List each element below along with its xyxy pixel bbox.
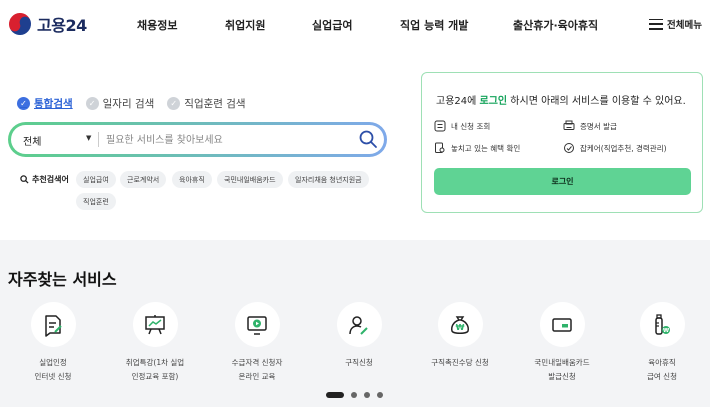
service-online-education[interactable]: 수급자격 신청자 온라인 교육 bbox=[202, 302, 312, 384]
service-label: 수급자격 신청자 온라인 교육 bbox=[231, 358, 283, 381]
certificate-link[interactable]: 증명서 발급 bbox=[563, 120, 617, 132]
tab-training-search[interactable]: ✓ 직업훈련 검색 bbox=[167, 96, 246, 111]
monitor-play-icon bbox=[247, 315, 267, 335]
search-tabs: ✓ 통합검색 ✓ 일자리 검색 ✓ 직업훈련 검색 bbox=[17, 96, 246, 111]
missed-benefits-link[interactable]: 놓치고 있는 혜택 확인 bbox=[434, 142, 520, 154]
hamburger-icon bbox=[649, 18, 663, 30]
keyword-chip[interactable]: 육아휴직 bbox=[172, 171, 212, 188]
nav-item-unemployment-benefit[interactable]: 실업급여 bbox=[312, 17, 352, 33]
nav-item-vocational-training[interactable]: 직업 능력 개발 bbox=[400, 17, 468, 33]
job-care-link[interactable]: 잡케어(직업추천, 경력관리) bbox=[563, 142, 667, 154]
service-job-application[interactable]: 구직신청 bbox=[304, 302, 414, 370]
tab-job-search[interactable]: ✓ 일자리 검색 bbox=[85, 96, 155, 111]
my-applications-link[interactable]: 내 신청 조회 bbox=[434, 120, 490, 132]
check-icon: ✓ bbox=[167, 97, 181, 110]
service-parental-leave-benefit[interactable]: ₩ 육아휴직 급여 신청 bbox=[607, 302, 710, 384]
nav-item-parental-leave[interactable]: 출산휴가·육아휴직 bbox=[513, 17, 598, 33]
search-box: 전체 ▼ bbox=[8, 122, 387, 157]
tab-label: 일자리 검색 bbox=[102, 98, 155, 110]
frequent-services-section: 자주찾는 서비스 실업인정 인터넷 신청 취업특강(1차 실업 인정교육 포함) bbox=[0, 240, 710, 407]
keyword-chip[interactable]: 일자리채움 청년지원금 bbox=[288, 171, 369, 188]
keyword-chip[interactable]: 직업훈련 bbox=[76, 193, 116, 210]
pagination-dot-active[interactable] bbox=[326, 392, 344, 398]
login-panel-title: 고용24에 로그인 하시면 아래의 서비스를 이용할 수 있어요. bbox=[436, 92, 686, 107]
nav-item-employment-support[interactable]: 취업지원 bbox=[225, 17, 265, 33]
tab-label: 통합검색 bbox=[34, 98, 73, 110]
document-edit-icon bbox=[45, 314, 62, 337]
site-logo[interactable]: 고용24 bbox=[5, 9, 87, 39]
credit-card-icon bbox=[552, 317, 572, 332]
check-icon: ✓ bbox=[85, 97, 99, 110]
search-icon[interactable] bbox=[358, 129, 378, 149]
presentation-board-icon bbox=[145, 314, 165, 334]
item-label: 놓치고 있는 혜택 확인 bbox=[451, 143, 521, 153]
all-menu-button[interactable]: 전체메뉴 bbox=[649, 17, 702, 31]
keyword-chip[interactable]: 실업급여 bbox=[76, 171, 116, 188]
login-panel: 고용24에 로그인 하시면 아래의 서비스를 이용할 수 있어요. 내 신청 조… bbox=[421, 72, 703, 213]
recommended-keywords-label: 추천검색어 bbox=[20, 174, 69, 185]
service-employment-lecture[interactable]: 취업특강(1차 실업 인정교육 포함) bbox=[100, 302, 210, 384]
service-job-promotion-allowance[interactable]: ₩ 구직촉진수당 신청 bbox=[405, 302, 515, 370]
baby-bottle-icon: ₩ bbox=[655, 313, 670, 335]
search-input[interactable] bbox=[106, 130, 346, 150]
printer-icon bbox=[563, 120, 575, 130]
caret-down-icon[interactable]: ▼ bbox=[86, 134, 91, 142]
pagination-dot[interactable] bbox=[377, 392, 383, 398]
carousel-pagination bbox=[326, 392, 383, 398]
list-icon bbox=[434, 120, 446, 132]
site-header: 고용24 채용정보 취업지원 실업급여 직업 능력 개발 출산휴가·육아휴직 전… bbox=[0, 0, 710, 48]
taegeuk-logo-icon bbox=[5, 9, 35, 39]
service-unemployment-recognition[interactable]: 실업인정 인터넷 신청 bbox=[0, 302, 108, 384]
service-label: 구직촉진수당 신청 bbox=[431, 358, 489, 367]
search-scope-select[interactable]: 전체 bbox=[23, 133, 41, 148]
title-prefix: 고용24에 bbox=[436, 96, 480, 107]
keyword-chip[interactable]: 근로계약서 bbox=[120, 171, 167, 188]
nav-item-jobs[interactable]: 채용정보 bbox=[137, 17, 177, 33]
login-button[interactable]: 로그인 bbox=[434, 168, 691, 195]
service-label: 구직신청 bbox=[345, 358, 373, 367]
service-label: 실업인정 인터넷 신청 bbox=[34, 358, 72, 381]
search-icon bbox=[20, 175, 29, 184]
title-suffix: 하시면 아래의 서비스를 이용할 수 있어요. bbox=[507, 96, 686, 107]
money-bag-icon: ₩ bbox=[451, 315, 469, 334]
svg-text:₩: ₩ bbox=[663, 328, 669, 334]
item-label: 증명서 발급 bbox=[580, 121, 617, 131]
check-icon: ✓ bbox=[17, 97, 30, 110]
pagination-dot[interactable] bbox=[351, 392, 357, 398]
tab-label: 직업훈련 검색 bbox=[184, 98, 246, 110]
tab-integrated-search[interactable]: ✓ 통합검색 bbox=[17, 96, 73, 111]
service-learning-card[interactable]: 국민내일배움카드 발급신청 bbox=[507, 302, 617, 384]
divider bbox=[98, 132, 99, 147]
service-label: 국민내일배움카드 발급신청 bbox=[534, 358, 590, 381]
login-link[interactable]: 로그인 bbox=[480, 96, 508, 107]
section-title: 자주찾는 서비스 bbox=[8, 270, 117, 289]
career-icon bbox=[564, 143, 574, 153]
keyword-chip[interactable]: 국민내일배움카드 bbox=[217, 171, 283, 188]
person-edit-icon bbox=[349, 315, 368, 335]
pagination-dot[interactable] bbox=[364, 392, 370, 398]
svg-text:₩: ₩ bbox=[456, 323, 465, 332]
logo-text: 고용24 bbox=[37, 16, 87, 35]
document-search-icon bbox=[435, 142, 445, 153]
service-label: 취업특강(1차 실업 인정교육 포함) bbox=[125, 358, 185, 381]
recommend-label-text: 추천검색어 bbox=[32, 175, 69, 184]
all-menu-label: 전체메뉴 bbox=[667, 20, 702, 31]
item-label: 잡케어(직업추천, 경력관리) bbox=[580, 143, 667, 153]
item-label: 내 신청 조회 bbox=[451, 121, 491, 131]
service-label: 육아휴직 급여 신청 bbox=[647, 358, 677, 381]
